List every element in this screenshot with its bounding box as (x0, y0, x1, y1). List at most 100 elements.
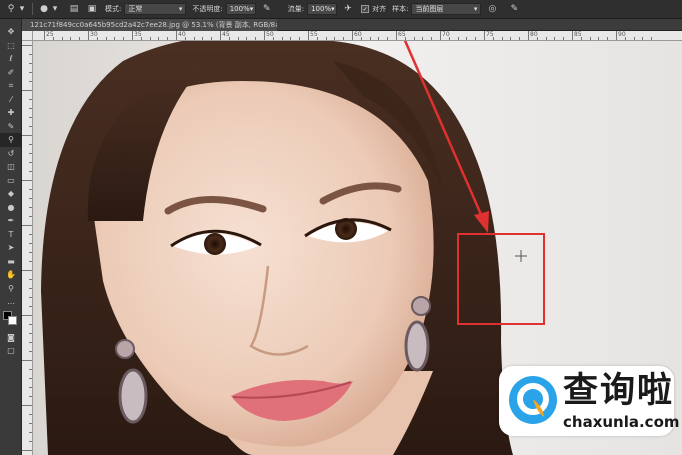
flow-value: 100% (311, 5, 332, 13)
ruler-tick (352, 31, 353, 40)
ruler-tick (316, 37, 318, 40)
brush-size-icon[interactable]: ● (37, 2, 51, 16)
search-q-icon (509, 376, 557, 424)
airbrush-icon[interactable]: ✈ (341, 2, 355, 16)
gradient-icon[interactable]: ▭ (0, 174, 22, 188)
quick-mask-icon[interactable]: ◙ (0, 331, 22, 345)
ruler-tick (404, 37, 406, 40)
ruler-tick (510, 37, 512, 40)
ruler-tick (158, 37, 160, 40)
opacity-input[interactable]: 100% ▾ (225, 3, 256, 15)
toggle-brush-panel-icon[interactable]: ▤ (67, 2, 81, 16)
ruler-tick (29, 72, 32, 73)
marquee-icon[interactable]: ⬚ (0, 39, 22, 53)
ruler-tick (70, 37, 72, 40)
crop-icon[interactable]: ⌗ (0, 79, 22, 93)
horizontal-ruler[interactable]: 25 30 35 40 45 50 55 60 65 70 75 80 85 90 (33, 31, 682, 41)
ruler-origin[interactable] (22, 31, 33, 41)
more-tools-icon[interactable]: … (0, 295, 22, 309)
history-brush-icon[interactable]: ↺ (0, 147, 22, 161)
ruler-tick (563, 37, 565, 40)
mode-select[interactable]: 正常 ▾ (124, 3, 187, 15)
clone-stamp-tool-icon[interactable]: ⚲ (4, 2, 18, 16)
ruler-tick (378, 37, 380, 40)
sample-select[interactable]: 当前图层 ▾ (411, 3, 482, 15)
ruler-tick (114, 37, 116, 40)
ruler-tick (184, 37, 186, 40)
pressure-opacity-icon[interactable]: ✎ (260, 2, 274, 16)
pen-icon[interactable]: ✒ (0, 214, 22, 228)
ruler-tick (228, 37, 230, 40)
screen-mode-icon[interactable]: ▢ (0, 344, 22, 358)
ruler-tick (29, 81, 32, 82)
eyedropper-icon[interactable]: ⁄ (0, 93, 22, 107)
tool-preset-dropdown[interactable]: ▾ (18, 2, 26, 16)
ruler-tick (176, 31, 177, 40)
left-iris (204, 233, 226, 255)
path-select-icon[interactable]: ➤ (0, 241, 22, 255)
ruler-tick (299, 37, 301, 40)
ruler-tick (475, 37, 477, 40)
hand-icon[interactable]: ✋ (0, 268, 22, 282)
ruler-tick (572, 31, 573, 40)
ruler-tick (29, 126, 32, 127)
flow-label: 流量: (287, 5, 305, 13)
ruler-tick (29, 378, 32, 379)
ruler-tick (633, 37, 635, 40)
ruler-tick (29, 216, 32, 217)
ruler-tick (202, 37, 204, 40)
clone-source-panel-icon[interactable]: ▣ (85, 2, 99, 16)
ruler-tick (132, 31, 133, 40)
ruler-tick (29, 396, 32, 397)
clone-stamp-icon[interactable]: ⚲ (0, 133, 22, 147)
document-tab[interactable]: 121c71f849cc0a645b95cd2a42c7ee28.jpg @ 5… (22, 19, 277, 31)
ruler-tick (29, 288, 32, 289)
ruler-tick (589, 37, 591, 40)
ruler-tick (237, 37, 239, 40)
divider (32, 3, 33, 15)
watermark-brand-cn: 查询啦 (563, 371, 675, 411)
ruler-tick (255, 37, 257, 40)
ruler-tick (642, 37, 644, 40)
ruler-tick (29, 441, 32, 442)
align-checkbox[interactable]: ✓ (361, 5, 370, 13)
eraser-icon[interactable]: ◫ (0, 160, 22, 174)
background-color[interactable] (8, 315, 17, 325)
ruler-tick (624, 37, 626, 40)
ruler-tick (29, 99, 32, 100)
shape-icon[interactable]: ▬ (0, 255, 22, 269)
ruler-tick (22, 135, 32, 136)
pressure-size-icon[interactable]: ✎ (507, 2, 521, 16)
ruler-tick (519, 37, 521, 40)
ruler-tick (360, 37, 362, 40)
ruler-tick (422, 37, 424, 40)
zoom-icon[interactable]: ⚲ (0, 282, 22, 296)
move-icon[interactable]: ✥ (0, 25, 22, 39)
healing-icon[interactable]: ✚ (0, 106, 22, 120)
ruler-tick (431, 37, 433, 40)
brush-icon[interactable]: ✎ (0, 120, 22, 134)
mode-value: 正常 (128, 5, 143, 13)
document-tab-title: 121c71f849cc0a645b95cd2a42c7ee28.jpg @ 5… (30, 21, 277, 29)
dodge-icon[interactable]: ● (0, 201, 22, 215)
ruler-tick (29, 144, 32, 145)
quick-select-icon[interactable]: ✐ (0, 66, 22, 80)
blur-icon[interactable]: ◆ (0, 187, 22, 201)
watermark-brand-en: chaxunla.com (563, 413, 680, 431)
ruler-tick (211, 37, 213, 40)
type-icon[interactable]: T (0, 228, 22, 242)
brush-picker-arrow[interactable]: ▾ (51, 2, 59, 16)
ruler-tick (61, 37, 63, 40)
ruler-tick (22, 225, 32, 226)
vertical-ruler[interactable] (22, 41, 33, 455)
ruler-tick (29, 423, 32, 424)
ignore-adjustment-layers-icon[interactable]: ◎ (485, 2, 499, 16)
flow-input[interactable]: 100% ▾ (307, 3, 338, 15)
ruler-tick (44, 31, 45, 40)
ruler-tick (492, 37, 494, 40)
ruler-tick (140, 37, 142, 40)
ruler-tick (651, 37, 653, 40)
lasso-icon[interactable]: ℓ (0, 52, 22, 66)
photoshop-window: ⚲ ▾ ● ▾ ▤ ▣ 模式: 正常 ▾ 不透明度: 100% ▾ ✎ 流量: … (0, 0, 682, 455)
ruler-tick (580, 37, 582, 40)
